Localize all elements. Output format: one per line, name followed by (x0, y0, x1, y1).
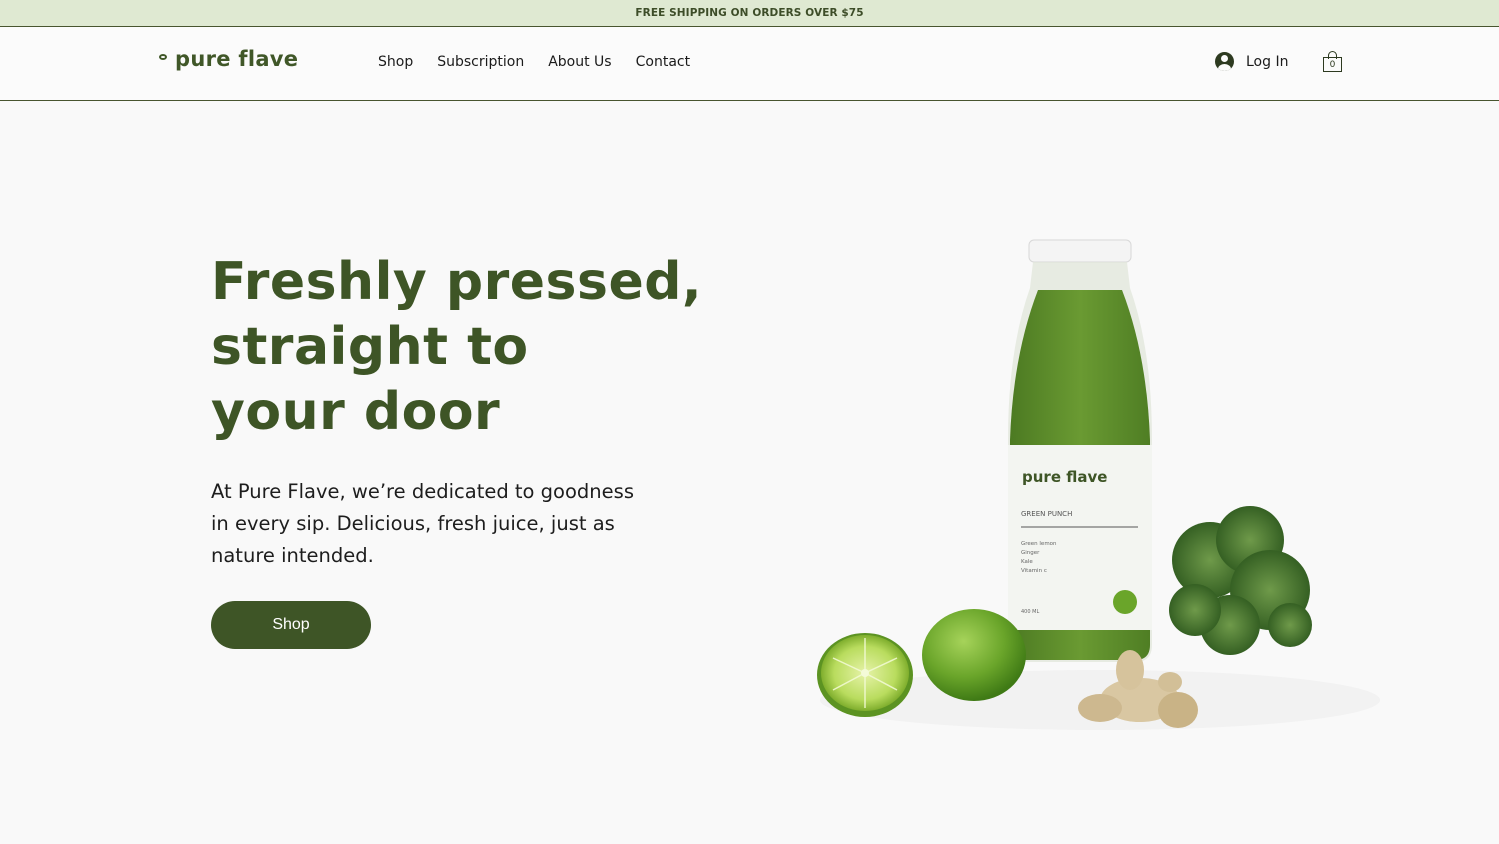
cart-count: 0 (1329, 59, 1336, 70)
shop-button[interactable]: Shop (211, 601, 371, 649)
hero-description: At Pure Flave, we’re dedicated to goodne… (211, 480, 634, 567)
nav-link-subscription[interactable]: Subscription (437, 54, 524, 70)
bottle-ingredient-1: Green lemon (1021, 541, 1057, 547)
site-header: pure flave Shop Subscription About Us Co… (0, 27, 1499, 101)
logo-text: pure flave (175, 47, 299, 71)
hero-title-line-1: Freshly pressed, (211, 252, 703, 312)
bottle-ingredient-3: Kale (1021, 559, 1033, 565)
nav-link-about-us[interactable]: About Us (548, 54, 611, 70)
site-logo[interactable]: pure flave (159, 47, 298, 71)
main-nav: Shop Subscription About Us Contact (378, 54, 714, 70)
lime-whole (922, 609, 1026, 701)
bottle-ingredient-4: Vitamin c (1021, 568, 1047, 574)
nav-link-shop[interactable]: Shop (378, 54, 413, 70)
login-button[interactable]: Log In (1215, 52, 1288, 71)
product-hero-image: pure flave GREEN PUNCH Green lemon Ginge… (817, 239, 1380, 730)
announcement-text: FREE SHIPPING ON ORDERS OVER $75 (635, 7, 864, 19)
user-avatar-icon (1215, 52, 1234, 71)
hero-title: Freshly pressed, straight to your door (211, 250, 703, 445)
logo-mark-icon (159, 54, 167, 60)
cart-bag: 0 (1323, 57, 1342, 72)
nav-link-contact[interactable]: Contact (636, 54, 690, 70)
bottle-product-name: GREEN PUNCH (1021, 510, 1072, 518)
lime-half (817, 633, 913, 717)
hero-title-line-3: your door (211, 382, 501, 442)
login-label: Log In (1246, 53, 1289, 70)
cart-button[interactable]: 0 (1323, 51, 1342, 73)
bottle-volume: 400 ML (1021, 609, 1039, 615)
bottle-brand-text: pure flave (1022, 468, 1107, 486)
juice-bottle: pure flave GREEN PUNCH Green lemon Ginge… (1008, 239, 1152, 662)
announcement-bar: FREE SHIPPING ON ORDERS OVER $75 (0, 0, 1499, 27)
hero-title-line-2: straight to (211, 317, 529, 377)
bottle-ingredient-2: Ginger (1021, 550, 1040, 556)
kale-leaf (1169, 506, 1312, 655)
